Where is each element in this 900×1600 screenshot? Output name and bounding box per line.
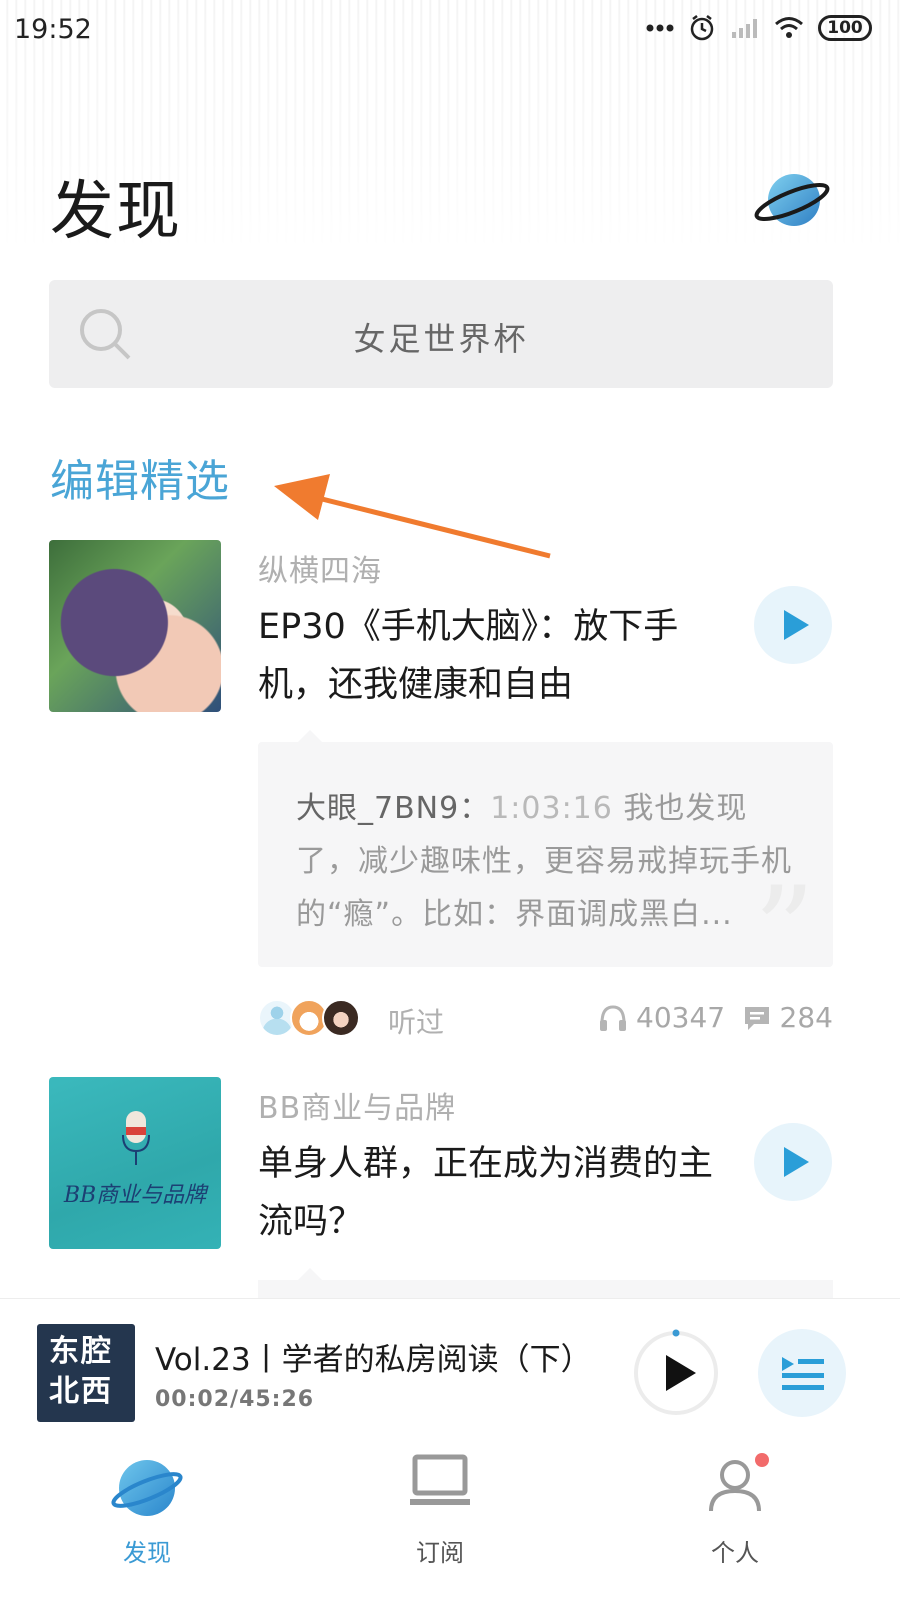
tab-subscribe[interactable]: 订阅 bbox=[340, 1443, 540, 1600]
tab-label: 订阅 bbox=[416, 1539, 464, 1567]
planet-icon bbox=[111, 1460, 183, 1516]
search-placeholder: 女足世界杯 bbox=[353, 320, 529, 358]
tab-me[interactable]: 个人 bbox=[635, 1443, 835, 1600]
comment-text: 大眼_7BN9：1:03:16 我也发现了，减少趣味性，更容易戒掉玩手机的“瘾”… bbox=[296, 782, 796, 941]
player-play-button[interactable] bbox=[632, 1329, 720, 1417]
play-button[interactable] bbox=[754, 586, 832, 664]
comment-count[interactable]: 284 bbox=[742, 1001, 833, 1034]
quote-icon: ” bbox=[753, 862, 815, 1001]
tab-label: 个人 bbox=[711, 1539, 759, 1567]
comment-notch bbox=[298, 1268, 322, 1280]
cover-text: BB商业与品牌 bbox=[63, 1183, 207, 1208]
episode-cover[interactable]: BB商业与品牌 bbox=[49, 1077, 221, 1249]
status-bar: 19:52 100 bbox=[0, 0, 900, 60]
headphones-icon bbox=[600, 1004, 626, 1031]
user-icon bbox=[709, 1460, 761, 1512]
player-time: 00:02/45:26 bbox=[155, 1387, 315, 1412]
tab-discover[interactable]: 发现 bbox=[47, 1443, 247, 1600]
comment-notch bbox=[298, 730, 322, 742]
comment-timestamp: 1:03:16 bbox=[490, 791, 613, 826]
play-progress-ring bbox=[634, 1329, 718, 1415]
player-title[interactable]: Vol.23丨学者的私房阅读（下） bbox=[155, 1334, 615, 1379]
channel-name[interactable]: BB商业与品牌 bbox=[258, 1083, 456, 1127]
play-icon bbox=[666, 1355, 696, 1391]
playlist-icon bbox=[782, 1357, 824, 1390]
notification-badge bbox=[755, 1453, 769, 1467]
tab-label: 发现 bbox=[123, 1539, 171, 1567]
channel-name[interactable]: 纵横四海 bbox=[258, 546, 382, 590]
heard-label: 听过 bbox=[388, 1006, 445, 1039]
status-icons: 100 bbox=[646, 14, 872, 42]
mini-player: 东腔 北西 Vol.23丨学者的私房阅读（下） 00:02/45:26 bbox=[0, 1298, 900, 1443]
battery-indicator: 100 bbox=[818, 15, 872, 41]
episode-title[interactable]: 单身人群，正在成为消费的主流吗？ bbox=[258, 1135, 728, 1251]
subscribe-icon bbox=[410, 1454, 470, 1505]
play-icon bbox=[784, 610, 809, 640]
listen-count-value: 40347 bbox=[636, 1001, 726, 1034]
play-icon bbox=[784, 1147, 809, 1177]
page-title: 发现 bbox=[50, 175, 182, 249]
episode-cover[interactable] bbox=[49, 540, 221, 712]
microphone-icon bbox=[122, 1111, 150, 1165]
play-button[interactable] bbox=[754, 1123, 832, 1201]
planet-button[interactable] bbox=[752, 165, 832, 235]
player-cover-line: 东腔 bbox=[49, 1334, 113, 1369]
comment-icon bbox=[744, 1006, 769, 1030]
section-title: 编辑精选 bbox=[50, 456, 230, 507]
player-cover-line: 北西 bbox=[49, 1374, 113, 1409]
signal-icon bbox=[730, 16, 760, 40]
wifi-icon bbox=[774, 16, 804, 40]
episode-title[interactable]: EP30《手机大脑》：放下手机，还我健康和自由 bbox=[258, 598, 728, 714]
avatar bbox=[322, 999, 360, 1037]
episode-meta: 听过 40347 284 bbox=[258, 995, 833, 1045]
player-cover[interactable]: 东腔 北西 bbox=[37, 1324, 135, 1422]
comment-count-value: 284 bbox=[779, 1001, 833, 1034]
listen-count: 40347 bbox=[598, 1001, 725, 1034]
planet-icon bbox=[754, 174, 830, 226]
search-box[interactable]: 女足世界杯 bbox=[49, 280, 833, 388]
alarm-icon bbox=[688, 14, 716, 42]
status-time: 19:52 bbox=[14, 14, 92, 45]
bottom-nav: 发现 订阅 个人 bbox=[0, 1443, 900, 1600]
playlist-button[interactable] bbox=[758, 1329, 846, 1417]
more-dots-icon bbox=[646, 23, 674, 33]
listener-avatars[interactable] bbox=[258, 999, 360, 1037]
comment-user: 大眼_7BN9： bbox=[296, 791, 491, 826]
comment-card[interactable]: 大眼_7BN9：1:03:16 我也发现了，减少趣味性，更容易戒掉玩手机的“瘾”… bbox=[258, 730, 833, 992]
